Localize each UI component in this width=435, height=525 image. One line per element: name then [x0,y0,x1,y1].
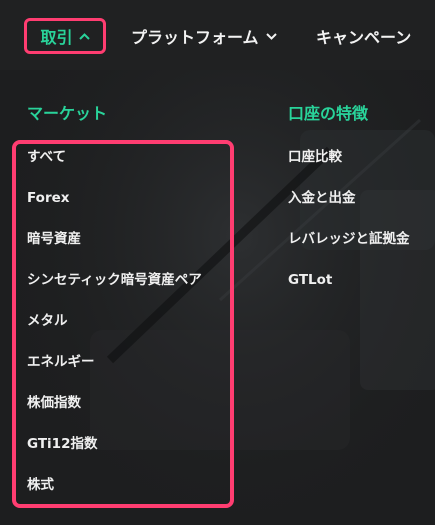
chevron-up-icon [78,32,90,40]
market-item-synthetic-crypto-pairs[interactable]: シンセティック暗号資産ペア [27,269,202,310]
market-item-gti12-index[interactable]: GTi12指数 [27,433,202,474]
nav-platform-label: プラットフォーム [131,28,259,47]
nav-trade-label: 取引 [40,28,73,47]
nav-campaign-link[interactable]: キャンペーン [316,18,411,54]
nav-trade-button[interactable]: 取引 [24,18,106,54]
market-item-all[interactable]: すべて [27,146,202,187]
nav-campaign-label: キャンペーン [316,28,412,47]
market-item-energy[interactable]: エネルギー [27,351,202,392]
market-list: すべて Forex 暗号資産 シンセティック暗号資産ペア メタル エネルギー 株… [27,146,202,515]
chevron-down-icon [265,32,277,40]
market-item-stocks[interactable]: 株式 [27,474,202,515]
trade-dropdown-menu: マーケット 口座の特徴 すべて Forex 暗号資産 シンセティック暗号資産ペア… [0,70,435,525]
market-item-metals[interactable]: メタル [27,310,202,351]
market-section-title: マーケット [27,104,108,123]
account-item-compare[interactable]: 口座比較 [288,146,410,187]
nav-platform-button[interactable]: プラットフォーム [131,18,277,54]
account-item-deposit-withdrawal[interactable]: 入金と出金 [288,187,410,228]
account-features-list: 口座比較 入金と出金 レバレッジと証拠金 GTLot [288,146,410,310]
account-item-leverage-margin[interactable]: レバレッジと証拠金 [288,228,410,269]
top-navigation: 取引 プラットフォーム キャンペーン [0,0,435,70]
market-item-crypto[interactable]: 暗号資産 [27,228,202,269]
account-item-gtlot[interactable]: GTLot [288,269,410,310]
account-features-section-title: 口座の特徴 [288,104,369,123]
market-item-forex[interactable]: Forex [27,187,202,228]
page: 取引 プラットフォーム キャンペーン マーケット 口座の特徴 すべて Forex… [0,0,435,525]
market-item-indices[interactable]: 株価指数 [27,392,202,433]
